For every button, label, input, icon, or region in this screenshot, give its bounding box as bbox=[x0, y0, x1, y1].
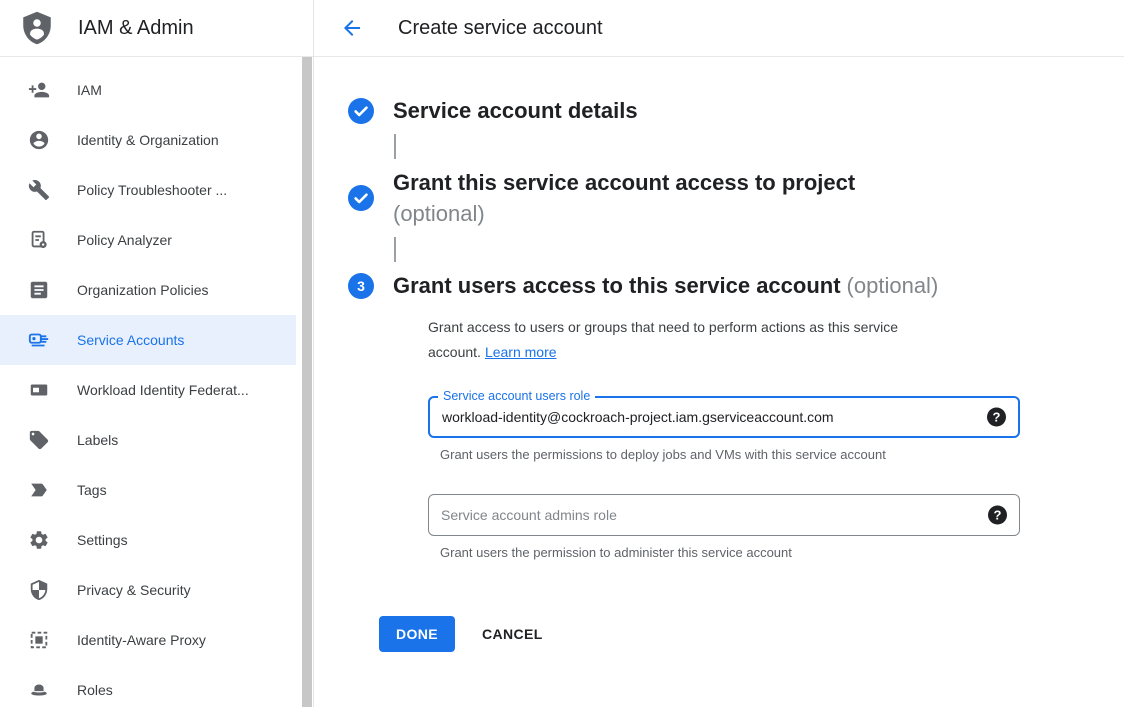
optional-tag: (optional) bbox=[393, 198, 855, 229]
step-service-account-details: Service account details bbox=[348, 95, 1124, 126]
back-arrow-icon[interactable] bbox=[340, 16, 364, 40]
step-completed-check-icon bbox=[348, 98, 374, 124]
help-icon[interactable]: ? bbox=[987, 408, 1006, 427]
gear-icon bbox=[28, 529, 50, 551]
field-label: Service account users role bbox=[438, 389, 595, 403]
sidebar-item-identity-aware-proxy[interactable]: Identity-Aware Proxy bbox=[0, 615, 296, 665]
sidebar-nav: IAM Identity & Organization Policy Troub… bbox=[0, 57, 313, 707]
product-title: IAM & Admin bbox=[78, 17, 194, 40]
sidebar-item-label: Labels bbox=[77, 432, 118, 448]
users-role-helper-text: Grant users the permissions to deploy jo… bbox=[440, 447, 1124, 462]
sidebar-item-policy-analyzer[interactable]: Policy Analyzer bbox=[0, 215, 296, 265]
sidebar-item-label: Workload Identity Federat... bbox=[77, 382, 249, 398]
sidebar-item-iam[interactable]: IAM bbox=[0, 65, 296, 115]
document-icon bbox=[28, 279, 50, 301]
label-icon bbox=[28, 429, 50, 451]
sidebar: IAM & Admin IAM Identity & Organization … bbox=[0, 0, 314, 707]
card-icon bbox=[28, 379, 50, 401]
sidebar-item-label: Privacy & Security bbox=[77, 582, 191, 598]
sidebar-item-label: Roles bbox=[77, 682, 113, 698]
sidebar-item-label: Tags bbox=[77, 482, 107, 498]
create-service-account-form: Service account details Grant this servi… bbox=[314, 57, 1124, 652]
step-title: Service account details bbox=[393, 95, 638, 126]
app-window: IAM & Admin IAM Identity & Organization … bbox=[0, 0, 1124, 707]
main-area: Create service account Service account d… bbox=[314, 0, 1124, 707]
sidebar-item-privacy-security[interactable]: Privacy & Security bbox=[0, 565, 296, 615]
account-circle-icon bbox=[28, 129, 50, 151]
service-account-icon bbox=[28, 329, 50, 351]
sidebar-item-label: IAM bbox=[77, 82, 102, 98]
shield-icon bbox=[28, 579, 50, 601]
sidebar-item-settings[interactable]: Settings bbox=[0, 515, 296, 565]
proxy-icon bbox=[28, 629, 50, 651]
step-title: Grant this service account access to pro… bbox=[393, 167, 855, 229]
wrench-icon bbox=[28, 179, 50, 201]
step-title: Grant users access to this service accou… bbox=[393, 270, 938, 301]
page-title: Create service account bbox=[398, 17, 603, 40]
service-account-users-role-input[interactable] bbox=[430, 398, 966, 436]
sidebar-item-label: Identity-Aware Proxy bbox=[77, 632, 206, 648]
sidebar-item-label: Service Accounts bbox=[77, 332, 184, 348]
tag-arrow-icon bbox=[28, 479, 50, 501]
sidebar-item-labels[interactable]: Labels bbox=[0, 415, 296, 465]
service-account-admins-role-field: ? bbox=[428, 494, 1020, 536]
sidebar-item-workload-identity-federation[interactable]: Workload Identity Federat... bbox=[0, 365, 296, 415]
roles-hat-icon bbox=[28, 679, 50, 701]
sidebar-item-label: Organization Policies bbox=[77, 282, 209, 298]
policy-analyzer-icon bbox=[28, 229, 50, 251]
done-button[interactable]: DONE bbox=[379, 616, 455, 652]
sidebar-item-identity-organization[interactable]: Identity & Organization bbox=[0, 115, 296, 165]
sidebar-item-tags[interactable]: Tags bbox=[0, 465, 296, 515]
step-grant-access-to-project: Grant this service account access to pro… bbox=[348, 167, 1124, 229]
sidebar-item-label: Identity & Organization bbox=[77, 132, 219, 148]
learn-more-link[interactable]: Learn more bbox=[485, 344, 557, 360]
sidebar-item-service-accounts[interactable]: Service Accounts bbox=[0, 315, 296, 365]
service-account-users-role-field: Service account users role ? bbox=[428, 396, 1020, 438]
sidebar-item-label: Policy Analyzer bbox=[77, 232, 172, 248]
service-account-admins-role-input[interactable] bbox=[429, 495, 967, 535]
optional-tag: (optional) bbox=[847, 273, 939, 298]
sidebar-item-label: Settings bbox=[77, 532, 128, 548]
sidebar-header: IAM & Admin bbox=[0, 0, 313, 57]
step-number-badge: 3 bbox=[348, 273, 374, 299]
step-connector-line bbox=[394, 134, 396, 159]
person-add-icon bbox=[28, 79, 50, 101]
sidebar-item-roles[interactable]: Roles bbox=[0, 665, 296, 707]
sidebar-item-label: Policy Troubleshooter ... bbox=[77, 182, 227, 198]
help-icon[interactable]: ? bbox=[988, 506, 1007, 525]
sidebar-scrollbar[interactable] bbox=[302, 57, 312, 707]
step-grant-users-access: 3 Grant users access to this service acc… bbox=[348, 270, 1124, 301]
form-actions: DONE CANCEL bbox=[379, 616, 1124, 652]
sidebar-item-organization-policies[interactable]: Organization Policies bbox=[0, 265, 296, 315]
iam-shield-logo-icon bbox=[22, 11, 52, 45]
step-connector-line bbox=[394, 237, 396, 262]
sidebar-item-policy-troubleshooter[interactable]: Policy Troubleshooter ... bbox=[0, 165, 296, 215]
step-description: Grant access to users or groups that nee… bbox=[428, 315, 993, 365]
topbar: Create service account bbox=[314, 0, 1124, 57]
step-completed-check-icon bbox=[348, 185, 374, 211]
cancel-button[interactable]: CANCEL bbox=[470, 618, 555, 650]
admins-role-helper-text: Grant users the permission to administer… bbox=[440, 545, 1124, 560]
